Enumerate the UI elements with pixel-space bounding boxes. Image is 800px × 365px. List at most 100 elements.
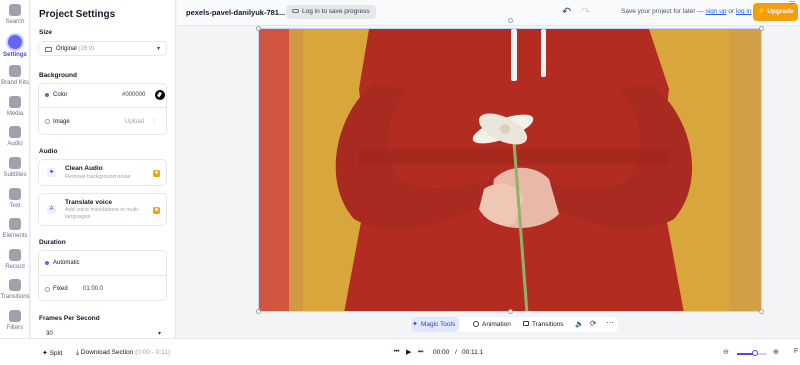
split-label: Split [49, 350, 63, 357]
undo-icon[interactable]: ↶ [562, 5, 571, 18]
clean-audio-title: Clean Audio [65, 165, 103, 172]
canvas-toolbar: ✦ Magic Tools Animation Transitions 🔈 ⟳ ⋯ [410, 317, 618, 332]
log-in-link[interactable]: log in [736, 8, 752, 15]
search-icon [9, 4, 21, 16]
rail-item-media[interactable]: Media [0, 95, 30, 126]
sign-up-link[interactable]: sign up [706, 8, 727, 15]
rail-item-label: Audio [7, 141, 23, 148]
rotate-handle[interactable] [508, 18, 513, 23]
rail-item-text[interactable]: Text [0, 187, 30, 218]
upload-label[interactable]: Upload [125, 119, 144, 125]
fps-select[interactable]: 30 ▾ [38, 327, 167, 338]
automatic-radio[interactable] [45, 261, 49, 265]
automatic-option[interactable]: Automatic [39, 251, 166, 276]
animation-button[interactable]: Animation [472, 317, 511, 332]
zoom-in-icon[interactable]: ⊕ [773, 348, 779, 356]
upload-icon: ⇧ [152, 119, 158, 125]
media-icon [9, 95, 21, 108]
fixed-radio[interactable] [45, 287, 50, 292]
subtitles-icon [9, 157, 21, 169]
duration-options: Automatic Fixed 01:00.0 [38, 250, 167, 301]
resize-handle[interactable] [256, 26, 261, 31]
image-radio[interactable] [45, 119, 50, 124]
rail-item-record[interactable]: Record [0, 248, 30, 279]
download-section-button[interactable]: ⤓ Download Section (0:00 - 0:11) [76, 349, 170, 357]
fps-value: 30 [46, 331, 53, 337]
resize-handle[interactable] [759, 26, 764, 31]
audio-label: Audio [39, 148, 58, 155]
size-label: Size [39, 29, 53, 36]
redo-icon[interactable]: ↷ [581, 5, 590, 18]
transitions-icon [9, 279, 21, 292]
project-name[interactable]: pexels-pavel-danilyuk-781... [186, 8, 285, 17]
color-label: Color [53, 92, 68, 98]
color-radio[interactable] [45, 93, 49, 97]
size-ratio: (16:9) [78, 46, 95, 52]
magic-tools-button[interactable]: ✦ Magic Tools [411, 317, 460, 332]
text-icon [9, 187, 21, 200]
rail-item-transitions[interactable]: Transitions [0, 279, 30, 309]
zoom-out-icon[interactable]: ⊖ [723, 348, 729, 356]
rail-item-brand-kits[interactable]: Brand Kits [0, 65, 30, 95]
left-nav-rail: Search Settings Brand Kits Media Audio Subtit… [0, 0, 30, 338]
fit-icon[interactable]: F [794, 348, 798, 355]
fade-icon[interactable]: ⟳ [590, 319, 597, 328]
rail-item-subtitles[interactable]: Subtitles [0, 157, 30, 187]
background-options: Color #000000 Image Upload ⇧ [38, 83, 167, 135]
rail-item-elements[interactable]: Elements [0, 218, 30, 248]
color-value: #000000 [122, 92, 146, 98]
color-swatch[interactable] [155, 90, 165, 100]
clean-audio-desc: Remove background noise [65, 174, 131, 180]
resize-handle[interactable] [256, 309, 261, 314]
menu-icon[interactable]: ☰ [789, 0, 795, 6]
size-select[interactable]: Original (16:9) ▾ [38, 41, 167, 56]
rail-item-audio[interactable]: Audio [0, 126, 30, 156]
fixed-option[interactable]: Fixed 01:00.0 [39, 277, 166, 301]
premium-badge-icon: ★ [153, 207, 160, 214]
rail-item-label: Text [9, 202, 21, 209]
play-icon[interactable]: ▶ [406, 348, 411, 356]
split-button[interactable]: ✦ Split [42, 349, 62, 357]
zoom-slider-knob[interactable] [752, 350, 758, 356]
rail-item-settings[interactable]: Settings [0, 34, 30, 65]
resize-handle[interactable] [759, 309, 764, 314]
transitions-button[interactable]: Transitions [522, 317, 564, 332]
save-project-prompt: Save your project for later — sign up or… [621, 8, 751, 15]
rail-item-label: Record [5, 263, 25, 270]
rail-item-label: Elements [2, 233, 28, 240]
video-canvas[interactable] [258, 28, 762, 312]
eyedropper-icon [156, 91, 163, 98]
skip-back-icon[interactable]: ⏮ [394, 349, 399, 356]
translate-voice-title: Translate voice [65, 199, 112, 206]
automatic-label: Automatic [53, 260, 80, 266]
chevron-down-icon: ▾ [156, 46, 160, 52]
translate-voice-option[interactable]: A Translate voice Add voice translations… [38, 193, 167, 226]
zoom-slider[interactable] [737, 350, 767, 356]
login-to-save-button[interactable]: Log in to save progress [286, 5, 376, 19]
resize-handle[interactable] [508, 309, 513, 314]
chevron-down-icon: ▾ [157, 331, 161, 337]
clean-audio-option[interactable]: ✦ Clean Audio Remove background noise ★ [38, 159, 167, 186]
rail-item-search[interactable]: Search [0, 4, 30, 34]
rail-item-filters[interactable]: Filters [0, 310, 30, 340]
image-label: Image [53, 119, 70, 125]
volume-icon[interactable]: 🔈 [575, 320, 584, 328]
split-icon: ✦ [42, 350, 48, 357]
fixed-duration-input[interactable]: 01:00.0 [83, 286, 103, 292]
record-icon [9, 248, 21, 261]
translate-icon: A [47, 205, 56, 214]
lightning-icon: ⚡ [757, 8, 766, 15]
magic-wand-icon: ✦ [412, 321, 418, 328]
upgrade-label: Upgrade [767, 8, 794, 15]
fixed-label: Fixed [53, 286, 68, 292]
skip-forward-icon[interactable]: ⏭ [418, 349, 423, 356]
elements-icon [9, 218, 21, 231]
image-option[interactable]: Image Upload ⇧ [39, 109, 166, 135]
aspect-ratio-icon [45, 47, 52, 52]
color-option[interactable]: Color #000000 [39, 84, 166, 108]
animation-label: Animation [482, 321, 511, 328]
panel-title: Project Settings [39, 9, 116, 20]
transitions-label: Transitions [532, 321, 564, 328]
login-to-save-label: Log in to save progress [302, 8, 370, 15]
more-options-icon[interactable]: ⋯ [606, 318, 614, 327]
